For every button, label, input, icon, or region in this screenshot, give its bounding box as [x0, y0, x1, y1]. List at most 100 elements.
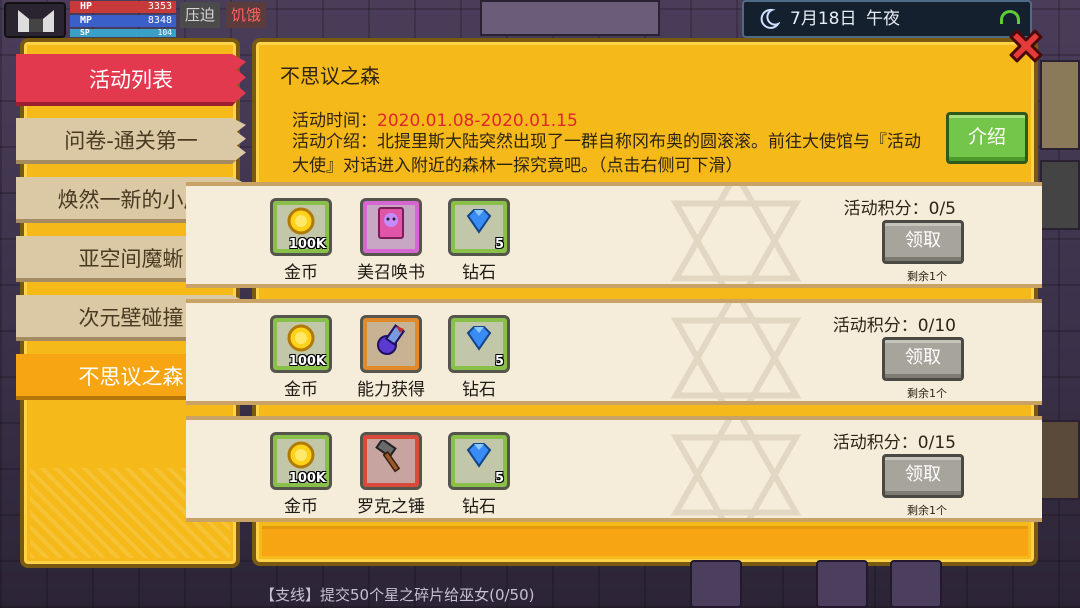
close-button[interactable]	[1002, 22, 1050, 70]
reward-name: 钻石	[462, 497, 496, 517]
reward-row: 100K 金币 美召唤书 5 钻石 活动积分：0/5 领取 剩余1个	[186, 182, 1042, 288]
clock-date: 7月18日	[790, 9, 857, 29]
reward-qty: 100K	[288, 354, 326, 369]
tab-label: 亚空间魔蜥	[78, 247, 184, 271]
tab-label: 不思议之森	[78, 365, 184, 389]
gold-coin-icon	[287, 324, 315, 352]
reward-item[interactable]: 5 钻石	[448, 432, 514, 517]
avatar[interactable]	[4, 2, 66, 38]
diamond-icon	[466, 326, 492, 351]
reward-item[interactable]: 5 钻石	[448, 315, 514, 400]
reward-row: 100K 金币 罗克之锤 5 钻石 活动积分：0/15 领取 剩余1个	[186, 416, 1042, 522]
mp-label: MP	[80, 15, 93, 26]
reward-item[interactable]: 美召唤书	[357, 198, 426, 283]
reward-qty: 100K	[288, 471, 326, 486]
remaining-count: 剩余1个	[907, 270, 947, 283]
reward-qty: 5	[494, 354, 504, 369]
reward-qty: 5	[494, 237, 504, 252]
reward-frame	[360, 315, 422, 373]
panel-footer	[262, 526, 1028, 556]
ability-scroll-icon	[377, 324, 406, 355]
tab-label: 活动列表	[89, 68, 173, 92]
reward-name: 钻石	[462, 380, 496, 400]
game-clock: 7月18日 午夜	[742, 0, 1032, 38]
tab-event-list[interactable]: 活动列表	[16, 54, 246, 106]
moon-icon	[760, 8, 780, 29]
hammer-icon	[375, 440, 401, 473]
quest-tracker[interactable]: 【支线】提交50个星之碎片给巫女(0/50)	[260, 584, 534, 605]
summon-book-icon	[378, 207, 404, 239]
reward-frame: 5	[448, 432, 510, 490]
wall-block	[1040, 60, 1080, 150]
star-watermark-icon	[670, 186, 802, 284]
reward-frame	[360, 198, 422, 256]
reward-qty: 100K	[288, 237, 326, 252]
reward-row: 100K 金币 能力获得 5 钻石 活动积分：0/10 领取 剩余1个	[186, 299, 1042, 405]
reward-item[interactable]: 100K 金币	[270, 198, 336, 283]
reward-name: 能力获得	[357, 380, 425, 400]
reward-frame: 5	[448, 198, 510, 256]
mp-bar: MP 8348	[70, 15, 176, 27]
reward-name: 美召唤书	[357, 263, 425, 283]
reward-name: 金币	[284, 263, 318, 283]
event-description: 活动介绍：北提里斯大陆突然出现了一群自称冈布奥的圆滚滚。前往大使馆与『活动大使』…	[292, 132, 921, 176]
player-hud: HP 3353 MP 8348 SP 104 压迫 饥饿	[0, 0, 270, 40]
hp-bar: HP 3353	[70, 1, 176, 13]
event-score: 活动积分：0/15	[832, 433, 956, 453]
star-watermark-icon	[670, 303, 802, 401]
wall-block	[480, 0, 660, 36]
status-hunger-badge[interactable]: 饥饿	[226, 2, 267, 28]
reward-item[interactable]: 100K 金币	[270, 432, 336, 517]
tab-label: 焕然一新的小屋	[57, 188, 205, 212]
reward-name: 金币	[284, 380, 318, 400]
reward-frame: 5	[448, 315, 510, 373]
reward-item[interactable]: 能力获得	[357, 315, 426, 400]
sp-value: 104	[157, 28, 172, 37]
status-pressure-badge[interactable]: 压迫	[180, 2, 221, 28]
taskbar-slot[interactable]	[890, 560, 942, 608]
tab-survey[interactable]: 问卷-通关第一	[16, 118, 246, 164]
diamond-icon	[466, 443, 492, 468]
sp-bar: SP 104	[70, 29, 176, 37]
remaining-count: 剩余1个	[907, 504, 947, 517]
event-score: 活动积分：0/10	[832, 316, 956, 336]
taskbar-slot[interactable]	[816, 560, 868, 608]
tab-label: 问卷-通关第一	[64, 129, 198, 153]
event-detail-panel: 不思议之森 活动时间：2020.01.08-2020.01.15 活动介绍：北提…	[186, 38, 1042, 566]
event-score: 活动积分：0/5	[843, 199, 956, 219]
star-watermark-icon	[670, 420, 802, 518]
reward-frame	[360, 432, 422, 490]
hp-label: HP	[80, 1, 93, 12]
mp-value: 8348	[147, 15, 172, 26]
page-title: 不思议之森	[280, 64, 380, 88]
gold-coin-icon	[287, 207, 315, 235]
reward-frame: 100K	[270, 315, 332, 373]
hp-value: 3353	[147, 1, 172, 12]
reward-item[interactable]: 5 钻石	[448, 198, 514, 283]
reward-name: 罗克之锤	[357, 497, 425, 517]
wall-block	[1040, 420, 1080, 500]
clock-period: 午夜	[866, 9, 900, 29]
wall-block	[1040, 160, 1080, 230]
reward-item[interactable]: 罗克之锤	[357, 432, 426, 517]
avatar-portrait	[18, 10, 54, 32]
reward-frame: 100K	[270, 432, 332, 490]
close-icon	[1009, 29, 1043, 63]
claim-button[interactable]: 领取	[882, 220, 964, 264]
reward-item[interactable]: 100K 金币	[270, 315, 336, 400]
reward-frame: 100K	[270, 198, 332, 256]
sp-label: SP	[80, 28, 90, 37]
event-time: 活动时间：2020.01.08-2020.01.15	[292, 106, 578, 131]
reward-name: 钻石	[462, 263, 496, 283]
claim-button[interactable]: 领取	[882, 454, 964, 498]
diamond-icon	[466, 209, 492, 234]
tab-label: 次元壁碰撞	[78, 306, 184, 330]
claim-button[interactable]: 领取	[882, 337, 964, 381]
event-time-value: 2020.01.08-2020.01.15	[377, 111, 578, 131]
intro-button[interactable]: 介绍	[946, 112, 1028, 164]
reward-name: 金币	[284, 497, 318, 517]
event-time-label: 活动时间：	[292, 111, 377, 131]
gold-coin-icon	[287, 441, 315, 469]
remaining-count: 剩余1个	[907, 387, 947, 400]
taskbar-slot[interactable]	[690, 560, 742, 608]
